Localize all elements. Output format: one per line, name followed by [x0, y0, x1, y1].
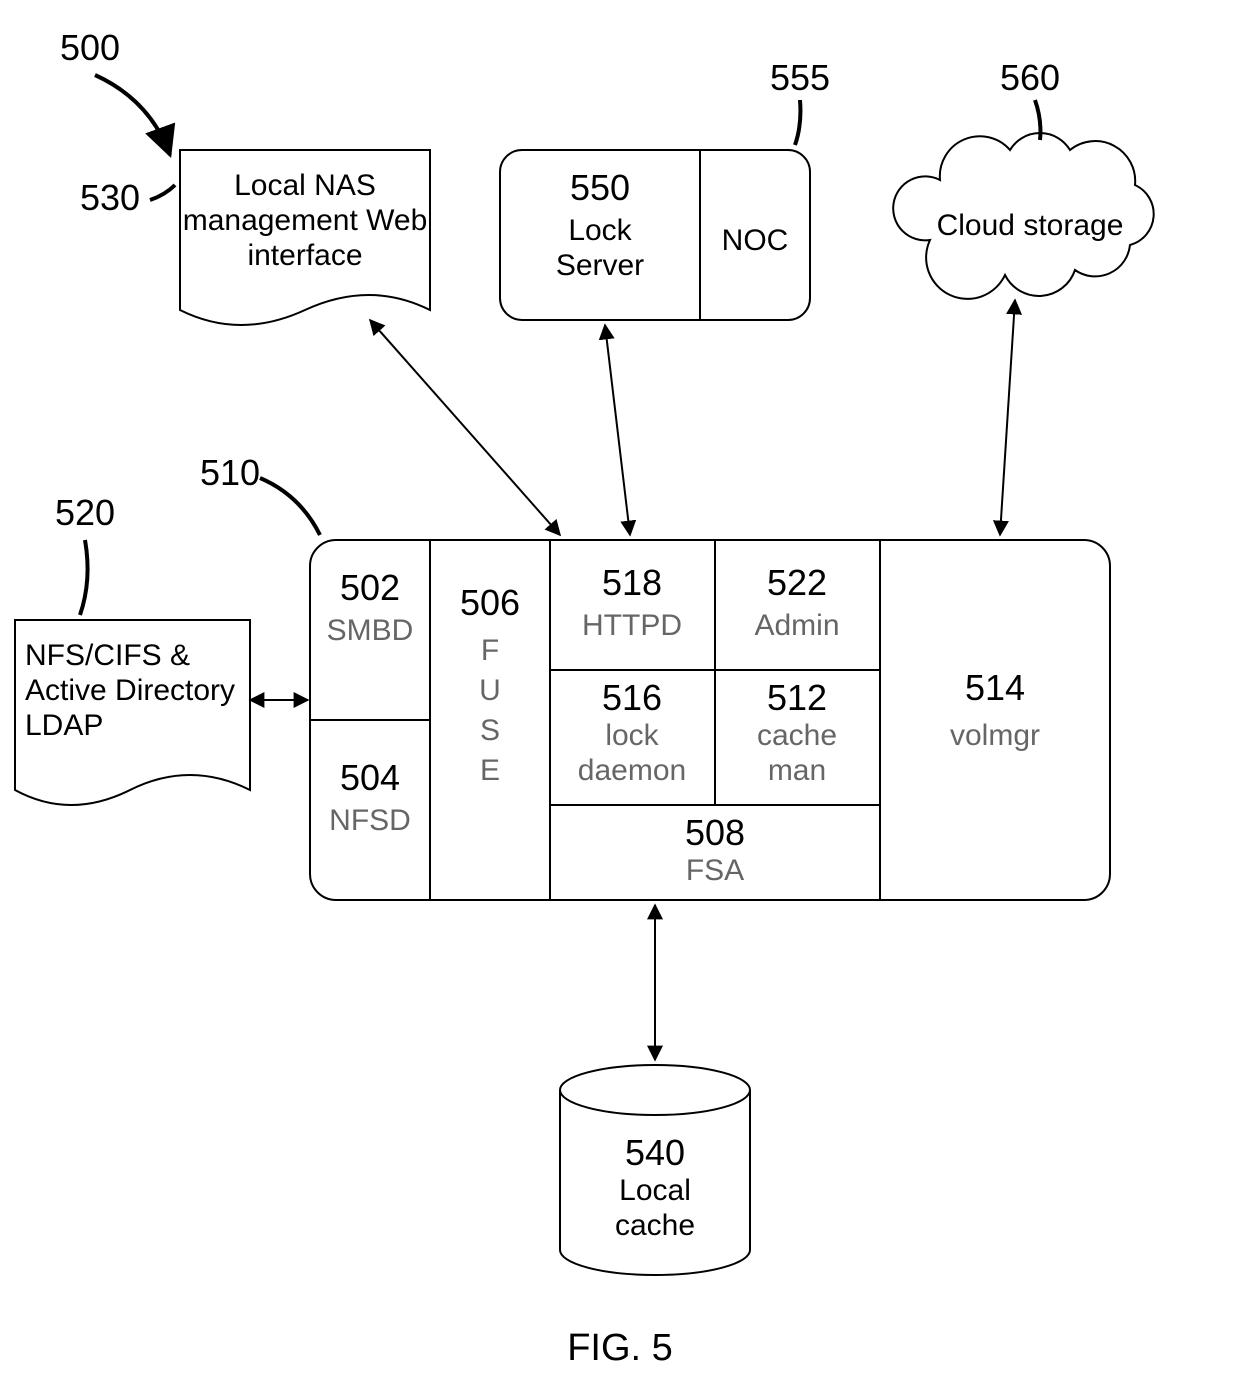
figure-caption: FIG. 5: [567, 1327, 673, 1369]
svg-text:504: 504: [340, 757, 400, 798]
ref-500: 500: [60, 27, 120, 68]
svg-text:volmgr: volmgr: [950, 719, 1040, 752]
conn-nas-core: [370, 320, 560, 535]
svg-text:NOC: NOC: [722, 224, 789, 257]
svg-text:FSA: FSA: [686, 854, 744, 887]
svg-text:daemon: daemon: [578, 754, 686, 787]
conn-cloud-core: [1000, 300, 1015, 535]
svg-text:management Web: management Web: [183, 204, 428, 237]
leader-530: [150, 185, 175, 200]
svg-text:Local: Local: [619, 1174, 691, 1207]
svg-text:Cloud storage: Cloud storage: [937, 209, 1124, 242]
svg-text:cache: cache: [757, 719, 837, 752]
svg-text:SMBD: SMBD: [327, 614, 414, 647]
svg-text:lock: lock: [605, 719, 659, 752]
svg-text:540: 540: [625, 1132, 685, 1173]
ref-530: 530: [80, 177, 140, 218]
svg-text:512: 512: [767, 677, 827, 718]
svg-text:522: 522: [767, 562, 827, 603]
svg-text:516: 516: [602, 677, 662, 718]
leader-520: [80, 540, 88, 615]
node-local-cache: 540 Local cache: [560, 1065, 750, 1275]
conn-noc-core: [605, 325, 630, 535]
svg-text:Lock: Lock: [568, 214, 632, 247]
svg-text:514: 514: [965, 667, 1025, 708]
svg-text:man: man: [768, 754, 826, 787]
svg-text:NFS/CIFS &: NFS/CIFS &: [25, 639, 190, 672]
svg-text:Server: Server: [556, 249, 644, 282]
svg-text:508: 508: [685, 812, 745, 853]
svg-text:Local NAS: Local NAS: [234, 169, 376, 202]
ref-560: 560: [1000, 57, 1060, 98]
svg-text:506: 506: [460, 582, 520, 623]
ref-520: 520: [55, 492, 115, 533]
core-block: 502 SMBD 504 NFSD 506 F U S E 518 HTTPD …: [310, 540, 1110, 900]
svg-text:502: 502: [340, 567, 400, 608]
svg-text:NFSD: NFSD: [329, 804, 411, 837]
svg-text:S: S: [480, 714, 500, 747]
svg-text:Active Directory: Active Directory: [25, 674, 235, 707]
svg-text:E: E: [480, 754, 500, 787]
svg-text:LDAP: LDAP: [25, 709, 103, 742]
svg-text:Admin: Admin: [754, 609, 839, 642]
node-noc: 550 Lock Server NOC: [500, 150, 810, 320]
svg-text:F: F: [481, 634, 499, 667]
svg-text:cache: cache: [615, 1209, 695, 1242]
svg-text:518: 518: [602, 562, 662, 603]
arrow-500: [95, 75, 170, 155]
svg-text:550: 550: [570, 167, 630, 208]
svg-text:HTTPD: HTTPD: [582, 609, 682, 642]
leader-555: [795, 100, 800, 145]
leader-510: [260, 478, 320, 535]
node-cloud: Cloud storage: [893, 133, 1154, 299]
ref-555: 555: [770, 57, 830, 98]
node-local-nas: Local NAS management Web interface: [180, 150, 430, 325]
node-nfs-cifs: NFS/CIFS & Active Directory LDAP: [15, 620, 250, 805]
svg-text:U: U: [479, 674, 501, 707]
ref-510: 510: [200, 452, 260, 493]
svg-text:interface: interface: [247, 239, 362, 272]
